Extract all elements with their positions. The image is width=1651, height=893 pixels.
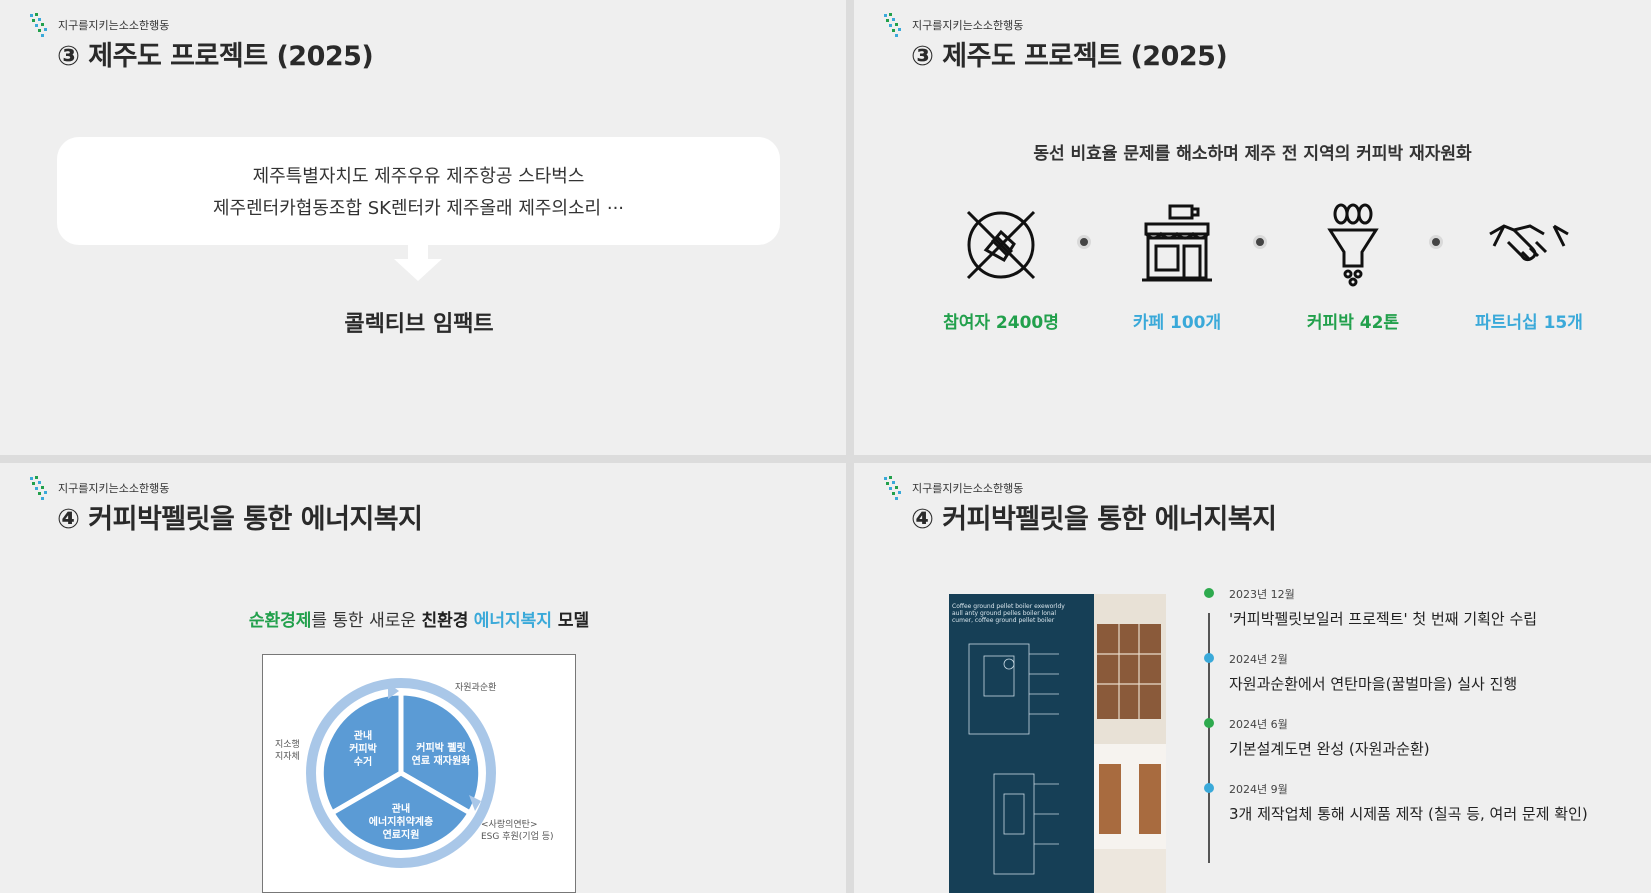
boiler-blueprint-image: Coffee ground pellet boiler exeworldy au… [949,594,1166,893]
slide-subtitle: 동선 비효율 문제를 해소하며 제주 전 지역의 커피박 재자원화 [1033,144,1472,164]
impact-heading: 콜렉티브 임팩트 [344,312,494,337]
arrow-down-icon [394,245,442,281]
cafe-store-icon [1142,204,1212,282]
separator-dot [1253,235,1267,249]
handshake-icon [1489,224,1569,262]
cycle-label-left-1: 지소행 [275,738,300,750]
cycle-label-right-2: ESG 후원(기업 등) [481,831,554,842]
blueprint-caption-2: aull anty ground pelles boiler lonal [952,610,1056,617]
metric-label: 참여자 2400명 [943,313,1059,333]
brand-logo-icon [884,13,901,37]
metric-label: 카페 100개 [1132,313,1222,333]
cycle-label-right-1: <사랑의연탄> [481,818,537,830]
slide-title: ④ 커피박펠릿을 통한 에너지복지 [57,504,423,535]
cycle-seg2-l1: 커피박 펠릿 [416,741,465,754]
slide-title: ③ 제주도 프로젝트 (2025) [911,41,1228,72]
metric-cafes: 카페 100개 [1102,200,1252,333]
separator-dot [1077,235,1091,249]
slide-4[interactable]: 지구를지키는소소한행동 ④ 커피박펠릿을 통한 에너지복지 Coffee gro… [854,463,1651,893]
cycle-label-left-2: 지자체 [275,751,300,762]
hands-together-icon [966,210,1036,280]
blueprint-caption-1: Coffee ground pellet boiler exeworldy [952,603,1065,610]
brand-logo-icon [884,476,901,500]
timeline-date: 2023년 12월 [1229,588,1295,601]
timeline-item: 2024년 6월 기본설계도면 완성 (자원과순환) [1229,716,1430,759]
brand-name: 지구를지키는소소한행동 [58,482,170,495]
blueprint-caption-3: cumer, coffee ground pellet boiler [952,617,1055,624]
timeline-date: 2024년 9월 [1229,783,1288,796]
partners-line-1: 제주특별자치도 제주우유 제주항공 스타벅스 [252,166,585,187]
partners-box: 제주특별자치도 제주우유 제주항공 스타벅스 제주렌터카협동조합 SK렌터카 제… [57,137,780,245]
timeline-desc: 3개 제작업체 통해 시제품 제작 (칠곡 등, 여러 문제 확인) [1229,805,1588,823]
brand-name: 지구를지키는소소한행동 [58,19,170,32]
slide-title: ④ 커피박펠릿을 통한 에너지복지 [911,504,1277,535]
brand-name: 지구를지키는소소한행동 [912,19,1024,32]
timeline-item: 2024년 9월 3개 제작업체 통해 시제품 제작 (칠곡 등, 여러 문제 … [1229,781,1588,824]
timeline-item: 2023년 12월 '커피박펠릿보일러 프로젝트' 첫 번째 기획안 수립 [1229,586,1537,629]
brand-logo-icon [30,13,47,37]
cycle-label-top: 자원과순환 [455,681,496,693]
cycle-seg2-l2: 연료 재자원화 [412,754,471,767]
timeline-date: 2024년 2월 [1229,653,1288,666]
cycle-seg1-l3: 수거 [354,755,372,768]
brand-name: 지구를지키는소소한행동 [912,482,1024,495]
partners-line-2: 제주렌터카협동조합 SK렌터카 제주올래 제주의소리 ··· [212,198,625,219]
timeline-dot [1204,783,1214,793]
cycle-svg: 관내 커피박 수거 커피박 펠릿 연료 재자원화 관내 에너지취약계층 연료지원… [275,678,554,868]
timeline-dot [1204,653,1214,663]
slide-3[interactable]: 지구를지키는소소한행동 ④ 커피박펠릿을 통한 에너지복지 순환경제를 통한 새… [0,463,846,893]
separator-dot [1429,235,1443,249]
slide-1[interactable]: 지구를지키는소소한행동 ③ 제주도 프로젝트 (2025) 제주특별자치도 제주… [0,0,846,455]
timeline-dot [1204,588,1214,598]
coffee-bean-filter-icon [1327,203,1379,287]
timeline-desc: '커피박펠릿보일러 프로젝트' 첫 번째 기획안 수립 [1229,610,1538,628]
cycle-diagram: 관내 커피박 수거 커피박 펠릿 연료 재자원화 관내 에너지취약계층 연료지원… [262,654,576,893]
slide-title: ③ 제주도 프로젝트 (2025) [57,41,374,72]
slide-grid: 지구를지키는소소한행동 ③ 제주도 프로젝트 (2025) 제주특별자치도 제주… [0,0,1651,893]
brand-logo-icon [30,476,47,500]
slide-2[interactable]: 지구를지키는소소한행동 ③ 제주도 프로젝트 (2025) 동선 비효율 문제를… [854,0,1651,455]
metric-participants: 참여자 2400명 [926,200,1076,333]
metric-coffee-grounds: 커피박 42톤 [1278,200,1428,333]
cycle-seg1-l2: 커피박 [349,742,377,755]
timeline-desc: 자원과순환에서 연탄마을(꿀벌마을) 실사 진행 [1229,675,1518,693]
timeline-date: 2024년 6월 [1229,718,1288,731]
timeline-line [1208,613,1210,863]
metric-label: 커피박 42톤 [1306,313,1400,333]
timeline-dot [1204,718,1214,728]
metric-label: 파트너십 15개 [1475,313,1583,333]
cycle-seg3-l3: 연료지원 [383,828,420,841]
cycle-seg3-l1: 관내 [392,802,410,815]
slide-subtitle: 순환경제를 통한 새로운 친환경 에너지복지 모델 [248,611,590,631]
cycle-seg1-l1: 관내 [354,729,372,742]
cycle-seg3-l2: 에너지취약계층 [369,815,433,828]
metric-partnerships: 파트너십 15개 [1454,200,1604,333]
timeline-desc: 기본설계도면 완성 (자원과순환) [1229,740,1430,758]
timeline-item: 2024년 2월 자원과순환에서 연탄마을(꿀벌마을) 실사 진행 [1229,651,1517,694]
